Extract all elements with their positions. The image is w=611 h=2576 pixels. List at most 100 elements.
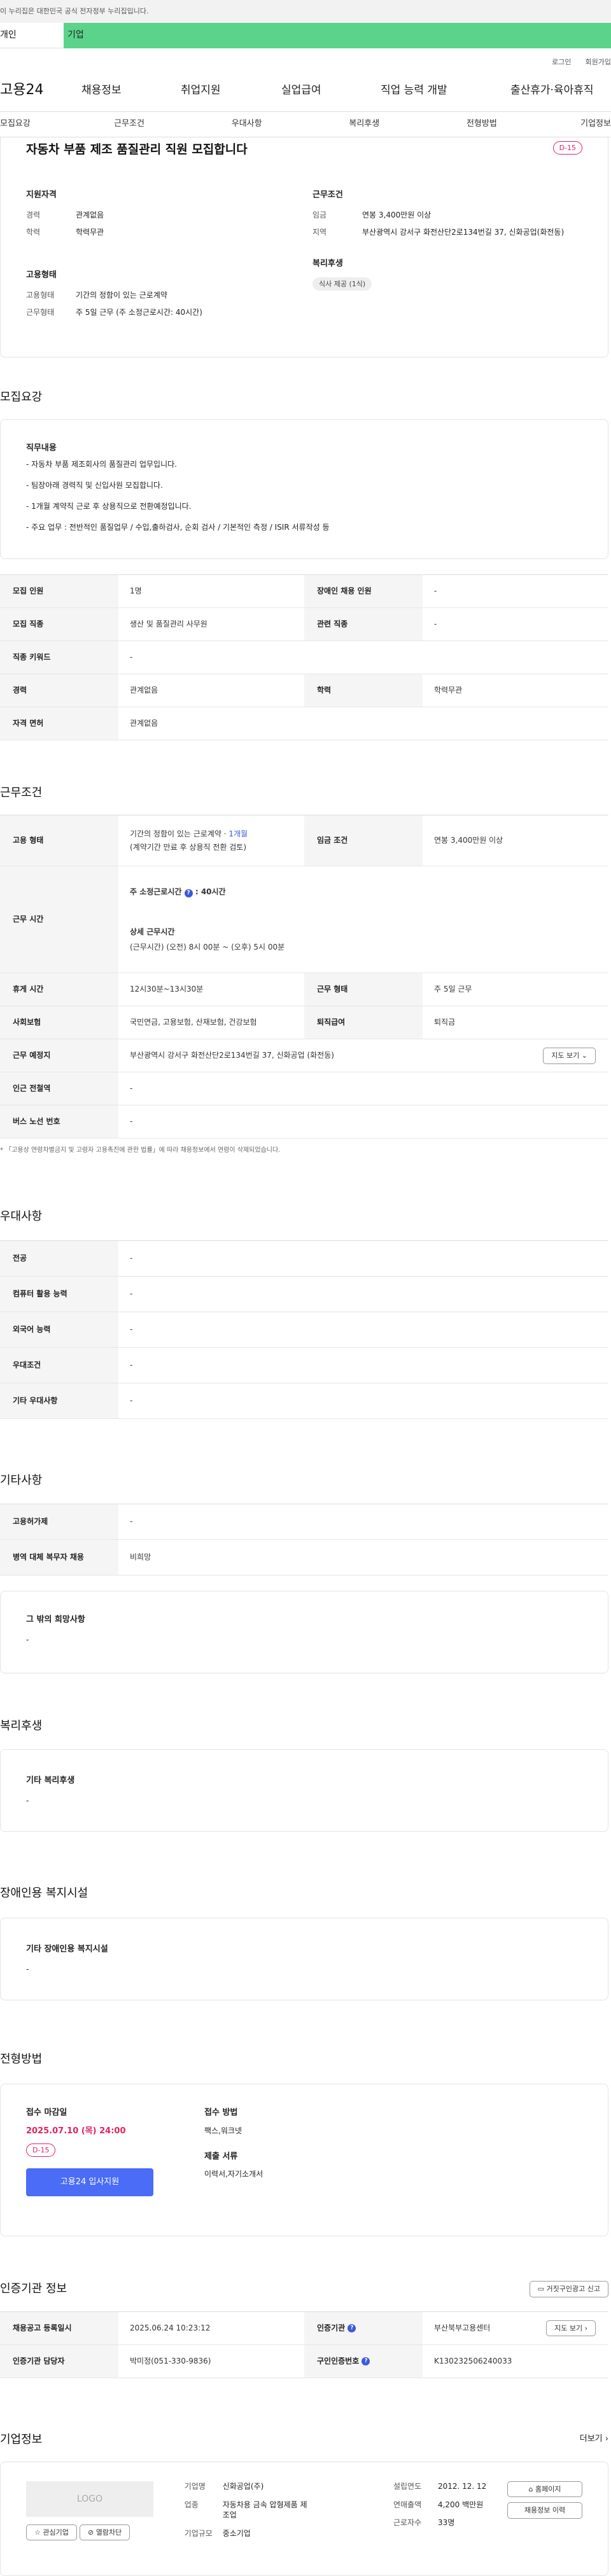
contract-period-link[interactable]: 1개월 — [228, 829, 248, 838]
row-label: 버스 노선 번호 — [0, 1105, 118, 1139]
report-icon: ▭ — [537, 2285, 545, 2294]
row-value: - — [434, 586, 437, 596]
row-label: 모집 인원 — [0, 575, 118, 608]
anchor-company[interactable]: 기업정보 — [540, 112, 611, 137]
exp-value: 관계없음 — [76, 211, 104, 220]
row-label: 장애인 채용 인원 — [304, 575, 423, 608]
gnb-employment-support[interactable]: 취업지원 — [181, 83, 281, 99]
row-value: K130232506240033 — [434, 2356, 512, 2365]
duty-card: 직무내용 - 자동차 부품 제조회사의 품질관리 업무입니다. - 팀장아래 경… — [0, 419, 608, 560]
method-heading: 접수 방법 — [204, 2108, 238, 2118]
cert-agency: 부산북부고용센터 — [434, 2323, 491, 2332]
row-label: 고용허가제 — [0, 1504, 118, 1539]
method-value: 팩스,워크넷 — [204, 2126, 242, 2135]
welfare-card: 기타 복리후생 - — [0, 1748, 608, 1832]
row-label: 근무 형태 — [304, 973, 423, 1006]
tab-company[interactable]: 기업 — [64, 23, 611, 48]
recruit-table: 모집 인원 1명 장애인 채용 인원 - 모집 직종 생산 및 품질관리 사무원 관련 직… — [0, 574, 608, 741]
row-value: 2025.06.24 10:23:12 — [130, 2323, 211, 2332]
job-title: 자동차 부품 제조 품질관리 직원 모집합니다 — [26, 142, 248, 156]
anchor-nav: 모집요강 근무조건 우대사항 복리후생 전형방법 기업정보 — [0, 112, 611, 137]
duty-line: - 팀장아래 경력직 및 신입사원 모집합니다. — [26, 481, 163, 490]
row-label: 관련 직종 — [304, 608, 423, 641]
hiring-history-button[interactable]: 채용정보 이력 — [507, 2502, 582, 2519]
report-fake-ad-button[interactable]: ▭ 거짓구인광고 신고 — [529, 2281, 608, 2297]
gov-banner: 이 누리집은 대한민국 공식 전자정부 누리집입니다. — [0, 0, 611, 23]
row-value: 국민연금, 고용보험, 산재보험, 건강보험 — [130, 1018, 257, 1027]
recruit-heading: 모집요강 — [0, 391, 43, 404]
company-card: LOGO ☆ 관심기업 ⊘ 열람차단 기업명 신화공업(주) 업종 자동차용 금속 … — [0, 2461, 608, 2576]
anchor-process[interactable]: 전형방법 — [423, 112, 541, 137]
join-link[interactable]: 회원가입 — [586, 57, 611, 70]
row-label: 휴게 시간 — [0, 973, 118, 1006]
gnb-training[interactable]: 직업 능력 개발 — [381, 83, 510, 99]
cert-table: 채용공고 등록일시 2025.06.24 10:23:12 인증기관 ? 부산북부고… — [0, 2311, 608, 2378]
exp-label: 경력 — [26, 211, 41, 220]
row-label: 채용공고 등록일시 — [0, 2311, 118, 2344]
area-value: 부산광역시 강서구 화전산단2로134번길 37, 신화공업(화전동) — [362, 227, 565, 237]
weekly-hours-label: 주 소정근로시간 — [130, 887, 182, 896]
tab-personal[interactable]: 개인 — [0, 23, 64, 48]
cert-heading: 인증기관 정보 — [0, 2282, 67, 2296]
homepage-button[interactable]: ⌂ 홈페이지 — [507, 2481, 582, 2498]
duty-heading: 직무내용 — [26, 443, 57, 454]
row-label: 외국어 능력 — [0, 1312, 118, 1347]
block-icon: ⊘ — [88, 2528, 94, 2537]
etc-table: 고용허가제 - 병역 대체 복무자 채용 비희망 — [0, 1503, 608, 1575]
cert-map-button[interactable]: 지도 보기 › — [546, 2320, 596, 2336]
row-label: 컴퓨터 활용 능력 — [0, 1276, 118, 1312]
gnb-maternity[interactable]: 출산휴가·육아휴직 — [510, 83, 594, 99]
process-heading: 전형방법 — [0, 2053, 43, 2067]
anchor-conditions[interactable]: 근무조건 — [71, 112, 188, 137]
apply-button[interactable]: 고용24 입사지원 — [26, 2168, 153, 2197]
gnb-jobs[interactable]: 채용정보 — [81, 83, 181, 99]
row-value: 주 5일 근무 — [434, 985, 472, 994]
emp-type-text: 기간의 정함이 있는 근로계약 · — [130, 829, 229, 839]
anchor-welfare[interactable]: 복리후생 — [306, 112, 423, 137]
row-label: 근무 시간 — [0, 866, 118, 973]
row-value: - — [130, 1360, 133, 1369]
login-link[interactable]: 로그인 — [552, 57, 571, 70]
etc-heading: 기타사항 — [0, 1473, 43, 1487]
map-view-button[interactable]: 지도 보기 ⌄ — [543, 1048, 596, 1064]
chevron-down-icon: ⌄ — [581, 1051, 587, 1060]
conditions-section-heading: 근무조건 — [0, 786, 43, 800]
anchor-recruit[interactable]: 모집요강 — [0, 112, 71, 137]
block-view-button[interactable]: ⊘ 열람차단 — [80, 2524, 130, 2541]
summary-card: 자동차 부품 제조 품질관리 직원 모집합니다 D-15 지원자격 경력 관계없음… — [0, 137, 608, 357]
row-label: 근무 예정지 — [0, 1039, 118, 1072]
favorite-company-button[interactable]: ☆ 관심기업 — [26, 2524, 77, 2541]
conditions-table: 고용 형태 기간의 정함이 있는 근로계약 · 1개월 (계약기간 만료 후 상… — [0, 815, 608, 1139]
info-icon[interactable]: ? — [184, 889, 193, 897]
row-value: - — [130, 1324, 133, 1334]
industry-value: 자동차용 금속 압형제품 제조업 — [222, 2500, 307, 2520]
row-value: 퇴직금 — [434, 1018, 456, 1027]
duty-line: - 1개월 계약직 근로 후 상용직으로 전환예정입니다. — [26, 501, 192, 511]
row-value: 12시30분~13시30분 — [130, 985, 204, 994]
gnb-unemployment-benefit[interactable]: 실업급여 — [281, 83, 381, 99]
row-value: - — [130, 1289, 133, 1298]
row-value: 연봉 3,400만원 이상 — [434, 836, 503, 845]
company-more-link[interactable]: 더보기 › — [580, 2434, 608, 2445]
row-value: 관계없음 — [130, 686, 158, 695]
dday-badge: D-15 — [26, 2143, 56, 2157]
hope-value: - — [26, 1635, 29, 1644]
preference-heading: 우대사항 — [0, 1210, 43, 1224]
site-logo[interactable]: 고용24 — [0, 81, 81, 100]
area-label: 지역 — [313, 227, 327, 237]
founded-value: 2012. 12. 12 — [437, 2481, 487, 2491]
row-label: 인근 전철역 — [0, 1072, 118, 1105]
edu-value: 학력무관 — [76, 227, 104, 237]
row-value: - — [434, 620, 437, 629]
work-value: 주 5일 근무 (주 소정근로시간: 40시간) — [76, 307, 202, 317]
workplace-address: 부산광역시 강서구 화전산단2로134번길 37, 신화공업 (화전동) — [130, 1051, 334, 1060]
row-value: - — [130, 1395, 133, 1405]
sales-label: 연매출액 — [393, 2500, 422, 2509]
welfare-box-heading: 기타 복리후생 — [26, 1775, 75, 1785]
info-icon[interactable]: ? — [362, 2357, 370, 2365]
disability-heading: 장애인용 복지시설 — [0, 1886, 88, 1900]
info-icon[interactable]: ? — [348, 2323, 356, 2332]
row-label: 퇴직급여 — [304, 1006, 423, 1039]
hope-heading: 그 밖의 희망사항 — [26, 1614, 85, 1624]
anchor-preference[interactable]: 우대사항 — [188, 112, 306, 137]
